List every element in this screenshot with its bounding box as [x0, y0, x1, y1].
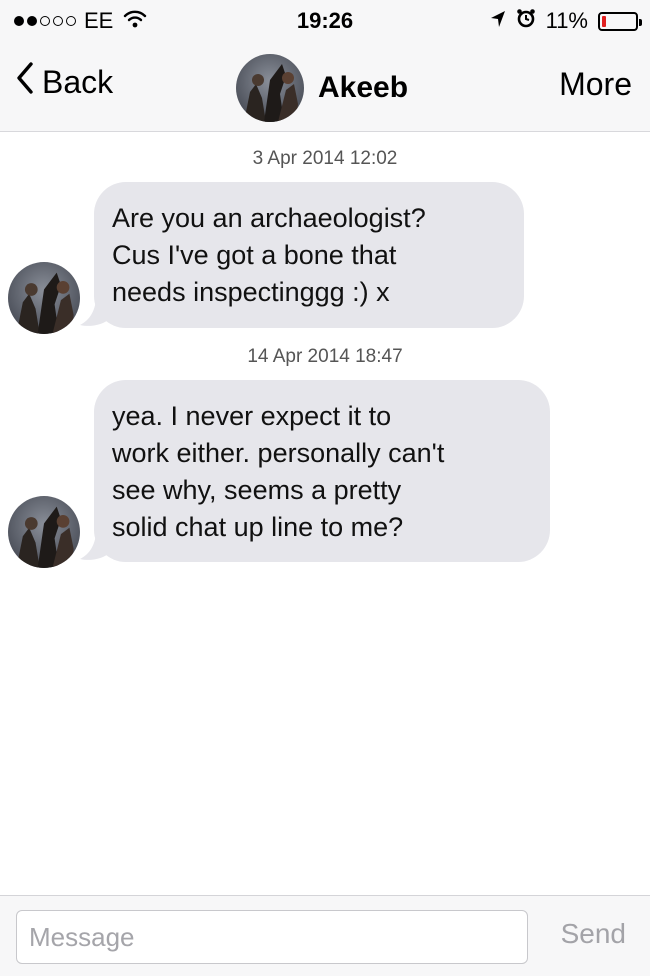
avatar[interactable] — [8, 496, 80, 568]
more-button[interactable]: More — [559, 66, 632, 103]
alarm-clock-icon — [516, 8, 536, 34]
back-label: Back — [42, 63, 114, 100]
send-button[interactable]: Send — [561, 918, 626, 950]
battery-fill — [602, 15, 606, 27]
status-bar: EE 19:26 11% — [0, 0, 650, 42]
avatar[interactable] — [8, 262, 80, 334]
status-right: 11% — [490, 8, 642, 34]
nav-bar: Back Akeeb More — [0, 42, 650, 132]
battery-icon — [598, 11, 642, 31]
message-composer: Send — [0, 895, 650, 976]
back-button[interactable]: Back — [16, 62, 113, 102]
message-input[interactable] — [16, 910, 528, 964]
message-bubble: Are you an archaeologist? Cus I've got a… — [94, 182, 524, 328]
conversation-title: Akeeb — [318, 71, 409, 104]
avatar[interactable] — [236, 54, 304, 122]
message-timestamp: 3 Apr 2014 12:02 — [252, 148, 398, 169]
contact-header[interactable]: Akeeb — [236, 54, 408, 122]
message-timestamp: 14 Apr 2014 18:47 — [247, 346, 403, 367]
message-bubble: yea. I never expect it to work either. p… — [94, 380, 550, 562]
chevron-left-icon — [16, 62, 34, 102]
battery-percent: 11% — [545, 8, 588, 33]
location-arrow-icon — [490, 8, 506, 34]
